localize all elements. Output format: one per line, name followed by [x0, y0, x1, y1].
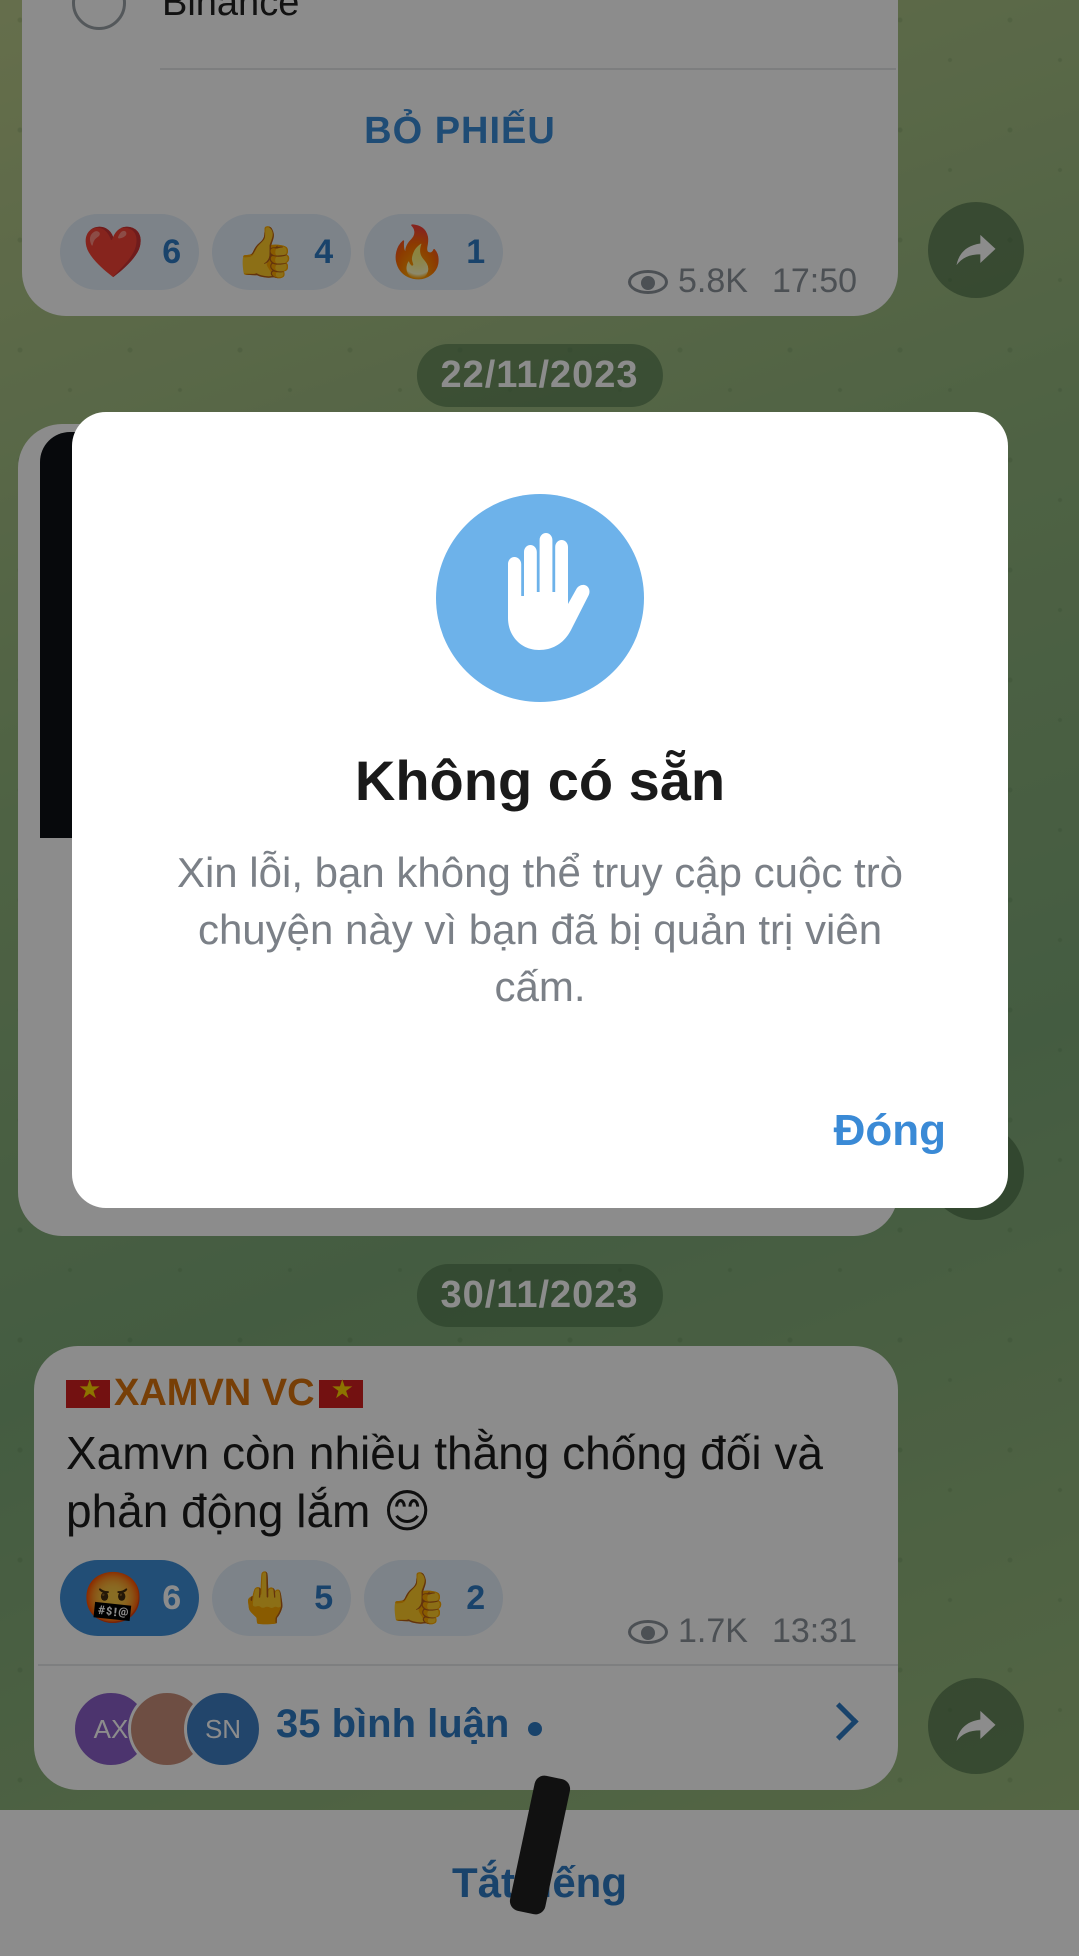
- close-button[interactable]: Đóng: [834, 1106, 946, 1156]
- hand-stop-icon: [436, 494, 644, 702]
- unavailable-dialog: Không có sẵn Xin lỗi, bạn không thể truy…: [72, 412, 1008, 1208]
- dialog-message: Xin lỗi, bạn không thể truy cập cuộc trò…: [176, 849, 904, 1010]
- dialog-title: Không có sẵn: [354, 749, 726, 812]
